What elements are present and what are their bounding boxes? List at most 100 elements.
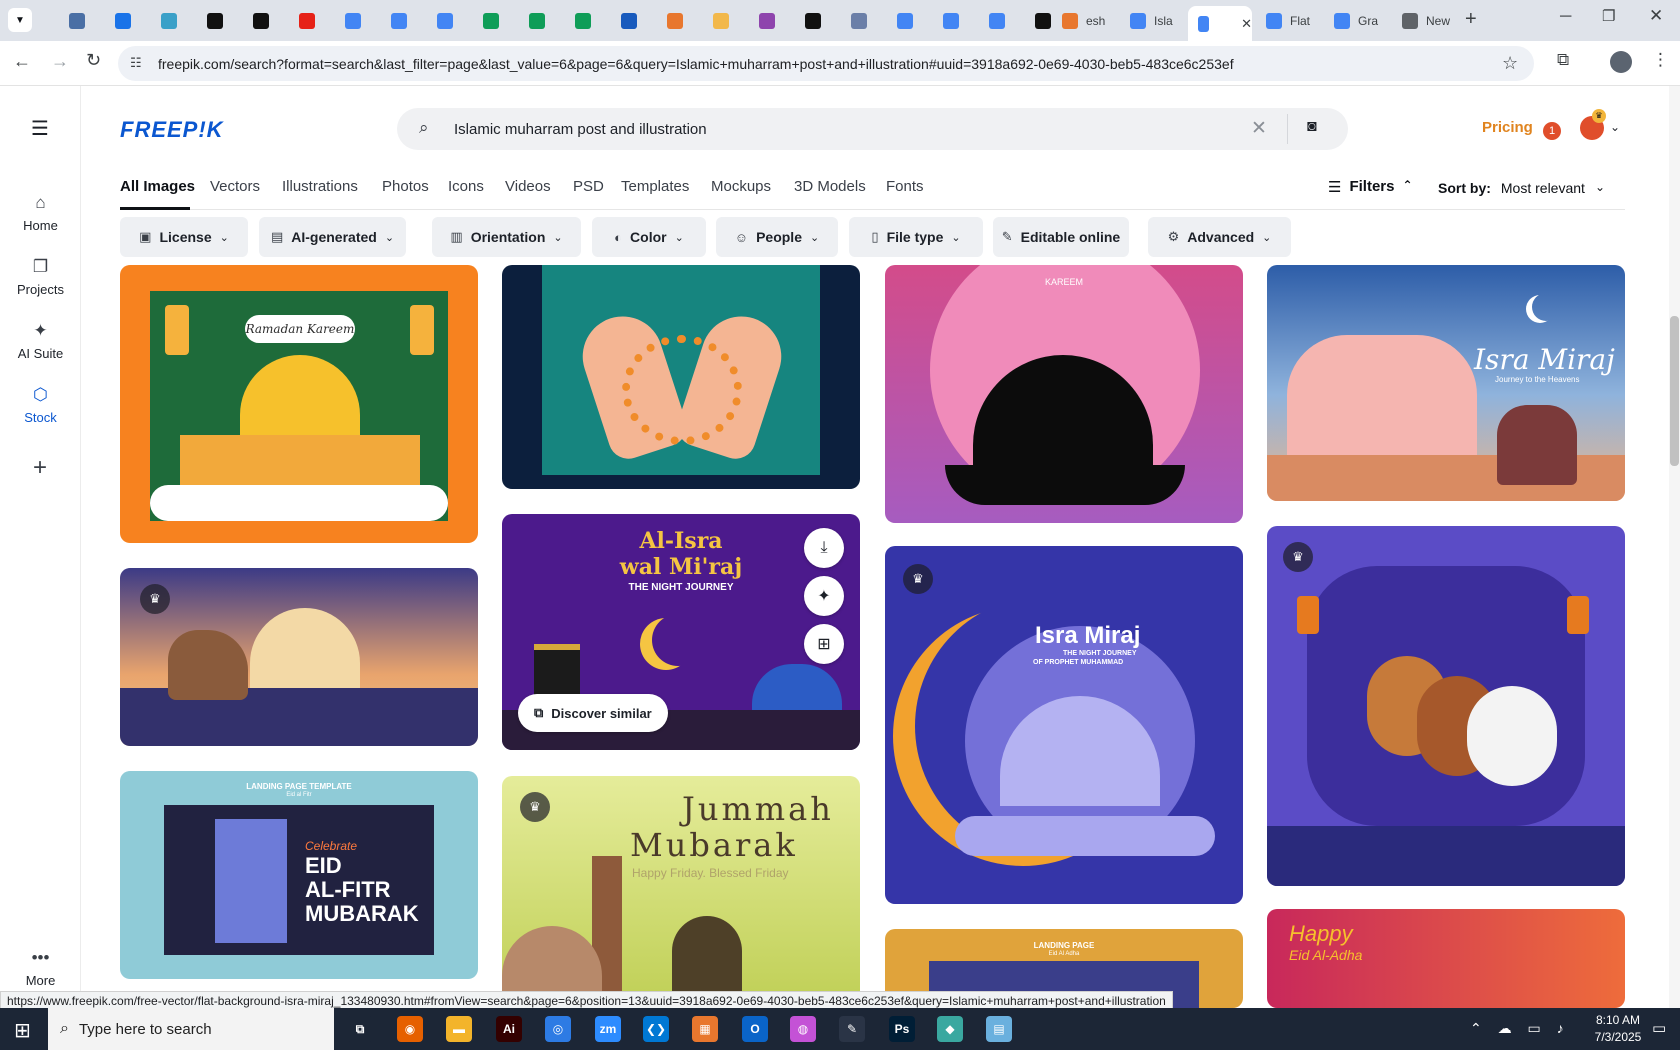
taskview-icon[interactable]: ⧉	[347, 1016, 373, 1042]
explorer-icon[interactable]: ▬	[446, 1016, 472, 1042]
notifications-icon[interactable]: ▭	[1652, 1019, 1666, 1037]
browser-tab[interactable]	[796, 6, 830, 36]
download-button[interactable]: ⤓	[804, 528, 844, 568]
browser-tab[interactable]: New	[1392, 6, 1456, 36]
bookmark-star-icon[interactable]: ☆	[1502, 53, 1518, 74]
search-input[interactable]: Islamic muharram post and illustration	[454, 121, 707, 138]
gem-icon[interactable]: ◆	[937, 1016, 963, 1042]
filter-chip-color[interactable]: ◐ Color ⌄	[592, 217, 706, 257]
account-chevron-icon[interactable]: ⌄	[1610, 120, 1620, 134]
site-info-icon[interactable]: ☷	[130, 55, 142, 71]
paint-icon[interactable]: ◍	[790, 1016, 816, 1042]
sidebar-item-projects[interactable]: ❐ Projects	[0, 257, 81, 297]
browser-tab[interactable]	[198, 6, 232, 36]
browser-tab[interactable]	[612, 6, 646, 36]
profile-avatar[interactable]	[1610, 51, 1632, 73]
camera-search-icon[interactable]: ◙	[1307, 118, 1317, 136]
browser-tab[interactable]: Flat	[1256, 6, 1320, 36]
card-ramadan-kareem[interactable]: Ramadan Kareem	[120, 265, 478, 543]
browser-tab[interactable]	[750, 6, 784, 36]
clear-search-icon[interactable]: ✕	[1251, 117, 1267, 140]
tab-3d-models[interactable]: 3D Models	[794, 178, 866, 195]
search-bar[interactable]: ⌕ Islamic muharram post and illustration…	[397, 108, 1348, 150]
extensions-icon[interactable]: ⧉	[1557, 50, 1569, 70]
filter-chip-ai-generated[interactable]: ▤ AI-generated ⌄	[259, 217, 406, 257]
add-button[interactable]: +	[28, 456, 52, 480]
card-kareem-mosque-silhouette[interactable]: KAREEM	[885, 265, 1243, 523]
tab-fonts[interactable]: Fonts	[886, 178, 924, 195]
browser-tab[interactable]	[934, 6, 968, 36]
browser-tab[interactable]: esh	[1052, 6, 1116, 36]
tab-mockups[interactable]: Mockups	[711, 178, 771, 195]
clock-time[interactable]: 8:10 AM	[1588, 1013, 1648, 1027]
filter-chip-license[interactable]: ▣ License ⌄	[120, 217, 248, 257]
tab-templates[interactable]: Templates	[621, 178, 689, 195]
card-isra-miraj-crescent[interactable]: Isra Miraj THE NIGHT JOURNEY OF PROPHET …	[885, 546, 1243, 904]
sidebar-item-home[interactable]: ⌂ Home	[0, 193, 81, 233]
tab-illustrations[interactable]: Illustrations	[282, 178, 358, 195]
pricing-link[interactable]: Pricing	[1482, 119, 1533, 136]
system-tray[interactable]: ⌃ ☁ ▭ ♪	[1470, 1020, 1570, 1037]
taskbar-search[interactable]: ⌕ Type here to search	[48, 1008, 334, 1050]
filters-button[interactable]: ☰ Filters ⌃	[1328, 178, 1413, 196]
browser-tab[interactable]	[520, 6, 554, 36]
card-camel-mosque[interactable]: ♛	[120, 568, 478, 746]
filter-chip-editable-online[interactable]: ✎ Editable online	[993, 217, 1129, 257]
windows-start-icon[interactable]: ⊞	[14, 1018, 31, 1043]
card-praying-hands[interactable]	[502, 265, 860, 489]
forward-icon[interactable]: →	[51, 51, 69, 72]
minimize-button[interactable]: ─	[1560, 8, 1571, 26]
tab-icons[interactable]: Icons	[448, 178, 484, 195]
photoshop-icon[interactable]: Ps	[889, 1016, 915, 1042]
browser-tab[interactable]	[382, 6, 416, 36]
card-eid-landing-page[interactable]: LANDING PAGE TEMPLATE Eid al Fitr Celebr…	[120, 771, 478, 979]
notepad-icon[interactable]: ▤	[986, 1016, 1012, 1042]
tab-photos[interactable]: Photos	[382, 178, 429, 195]
browser-tab[interactable]	[244, 6, 278, 36]
card-happy-eid-al-adha[interactable]: Happy Eid Al-Adha	[1267, 909, 1625, 1008]
close-tab-icon[interactable]: ✕	[1241, 16, 1252, 32]
illustrator-icon[interactable]: Ai	[496, 1016, 522, 1042]
card-al-isra-wal-miraj[interactable]: Al-Isra wal Mi'raj THE NIGHT JOURNEY ⤓ ✦…	[502, 514, 860, 750]
tab-psd[interactable]: PSD	[573, 178, 604, 195]
browser-tab[interactable]	[980, 6, 1014, 36]
sidebar-item-ai-suite[interactable]: ✦ AI Suite	[0, 321, 81, 361]
outlook-icon[interactable]: O	[742, 1016, 768, 1042]
scrollbar-thumb[interactable]	[1670, 316, 1679, 466]
browser-tab[interactable]	[60, 6, 94, 36]
pen-icon[interactable]: ✎	[839, 1016, 865, 1042]
address-bar[interactable]: ☷ freepik.com/search?format=search&last_…	[118, 46, 1534, 81]
vscode-icon[interactable]: ❮❯	[643, 1016, 669, 1042]
browser-tab[interactable]: Isla	[1120, 6, 1184, 36]
close-window-button[interactable]: ✕	[1649, 6, 1663, 26]
hamburger-menu-icon[interactable]: ☰	[31, 116, 49, 141]
tab-search-icon[interactable]: ▼	[8, 8, 32, 32]
browser-tab[interactable]	[474, 6, 508, 36]
freepik-logo[interactable]: FREEP!K	[120, 117, 224, 143]
browser-tab[interactable]	[888, 6, 922, 36]
browser-tab[interactable]	[106, 6, 140, 36]
firefox-icon[interactable]: ◉	[397, 1016, 423, 1042]
tab-vectors[interactable]: Vectors	[210, 178, 260, 195]
browser-tab-active[interactable]: ✕	[1188, 6, 1252, 41]
sidebar-item-stock[interactable]: ⬡ Stock	[0, 385, 81, 425]
reload-icon[interactable]: ↻	[86, 50, 101, 71]
back-icon[interactable]: ←	[13, 51, 31, 72]
browser-tab[interactable]	[566, 6, 600, 36]
browser-tab[interactable]	[658, 6, 692, 36]
grid-icon[interactable]: ▦	[692, 1016, 718, 1042]
filter-chip-file-type[interactable]: ▯ File type ⌄	[849, 217, 983, 257]
browser-tab[interactable]: Gra	[1324, 6, 1388, 36]
zoom-icon[interactable]: zm	[595, 1016, 621, 1042]
card-isra-miraj-camel[interactable]: Isra Miraj Journey to the Heavens	[1267, 265, 1625, 501]
browser-tab[interactable]	[290, 6, 324, 36]
edit-ai-button[interactable]: ✦	[804, 576, 844, 616]
sidebar-item-more[interactable]: ••• More	[0, 948, 81, 988]
browser-menu-icon[interactable]: ⋮	[1652, 50, 1669, 70]
clock-date[interactable]: 7/3/2025	[1588, 1030, 1648, 1044]
browser-tab[interactable]	[336, 6, 370, 36]
new-tab-button[interactable]: +	[1465, 8, 1477, 31]
filter-chip-advanced[interactable]: ⚙ Advanced ⌄	[1148, 217, 1291, 257]
url-text[interactable]: freepik.com/search?format=search&last_fi…	[158, 56, 1234, 72]
sort-dropdown[interactable]: Sort by: Most relevant ⌄	[1438, 180, 1605, 196]
